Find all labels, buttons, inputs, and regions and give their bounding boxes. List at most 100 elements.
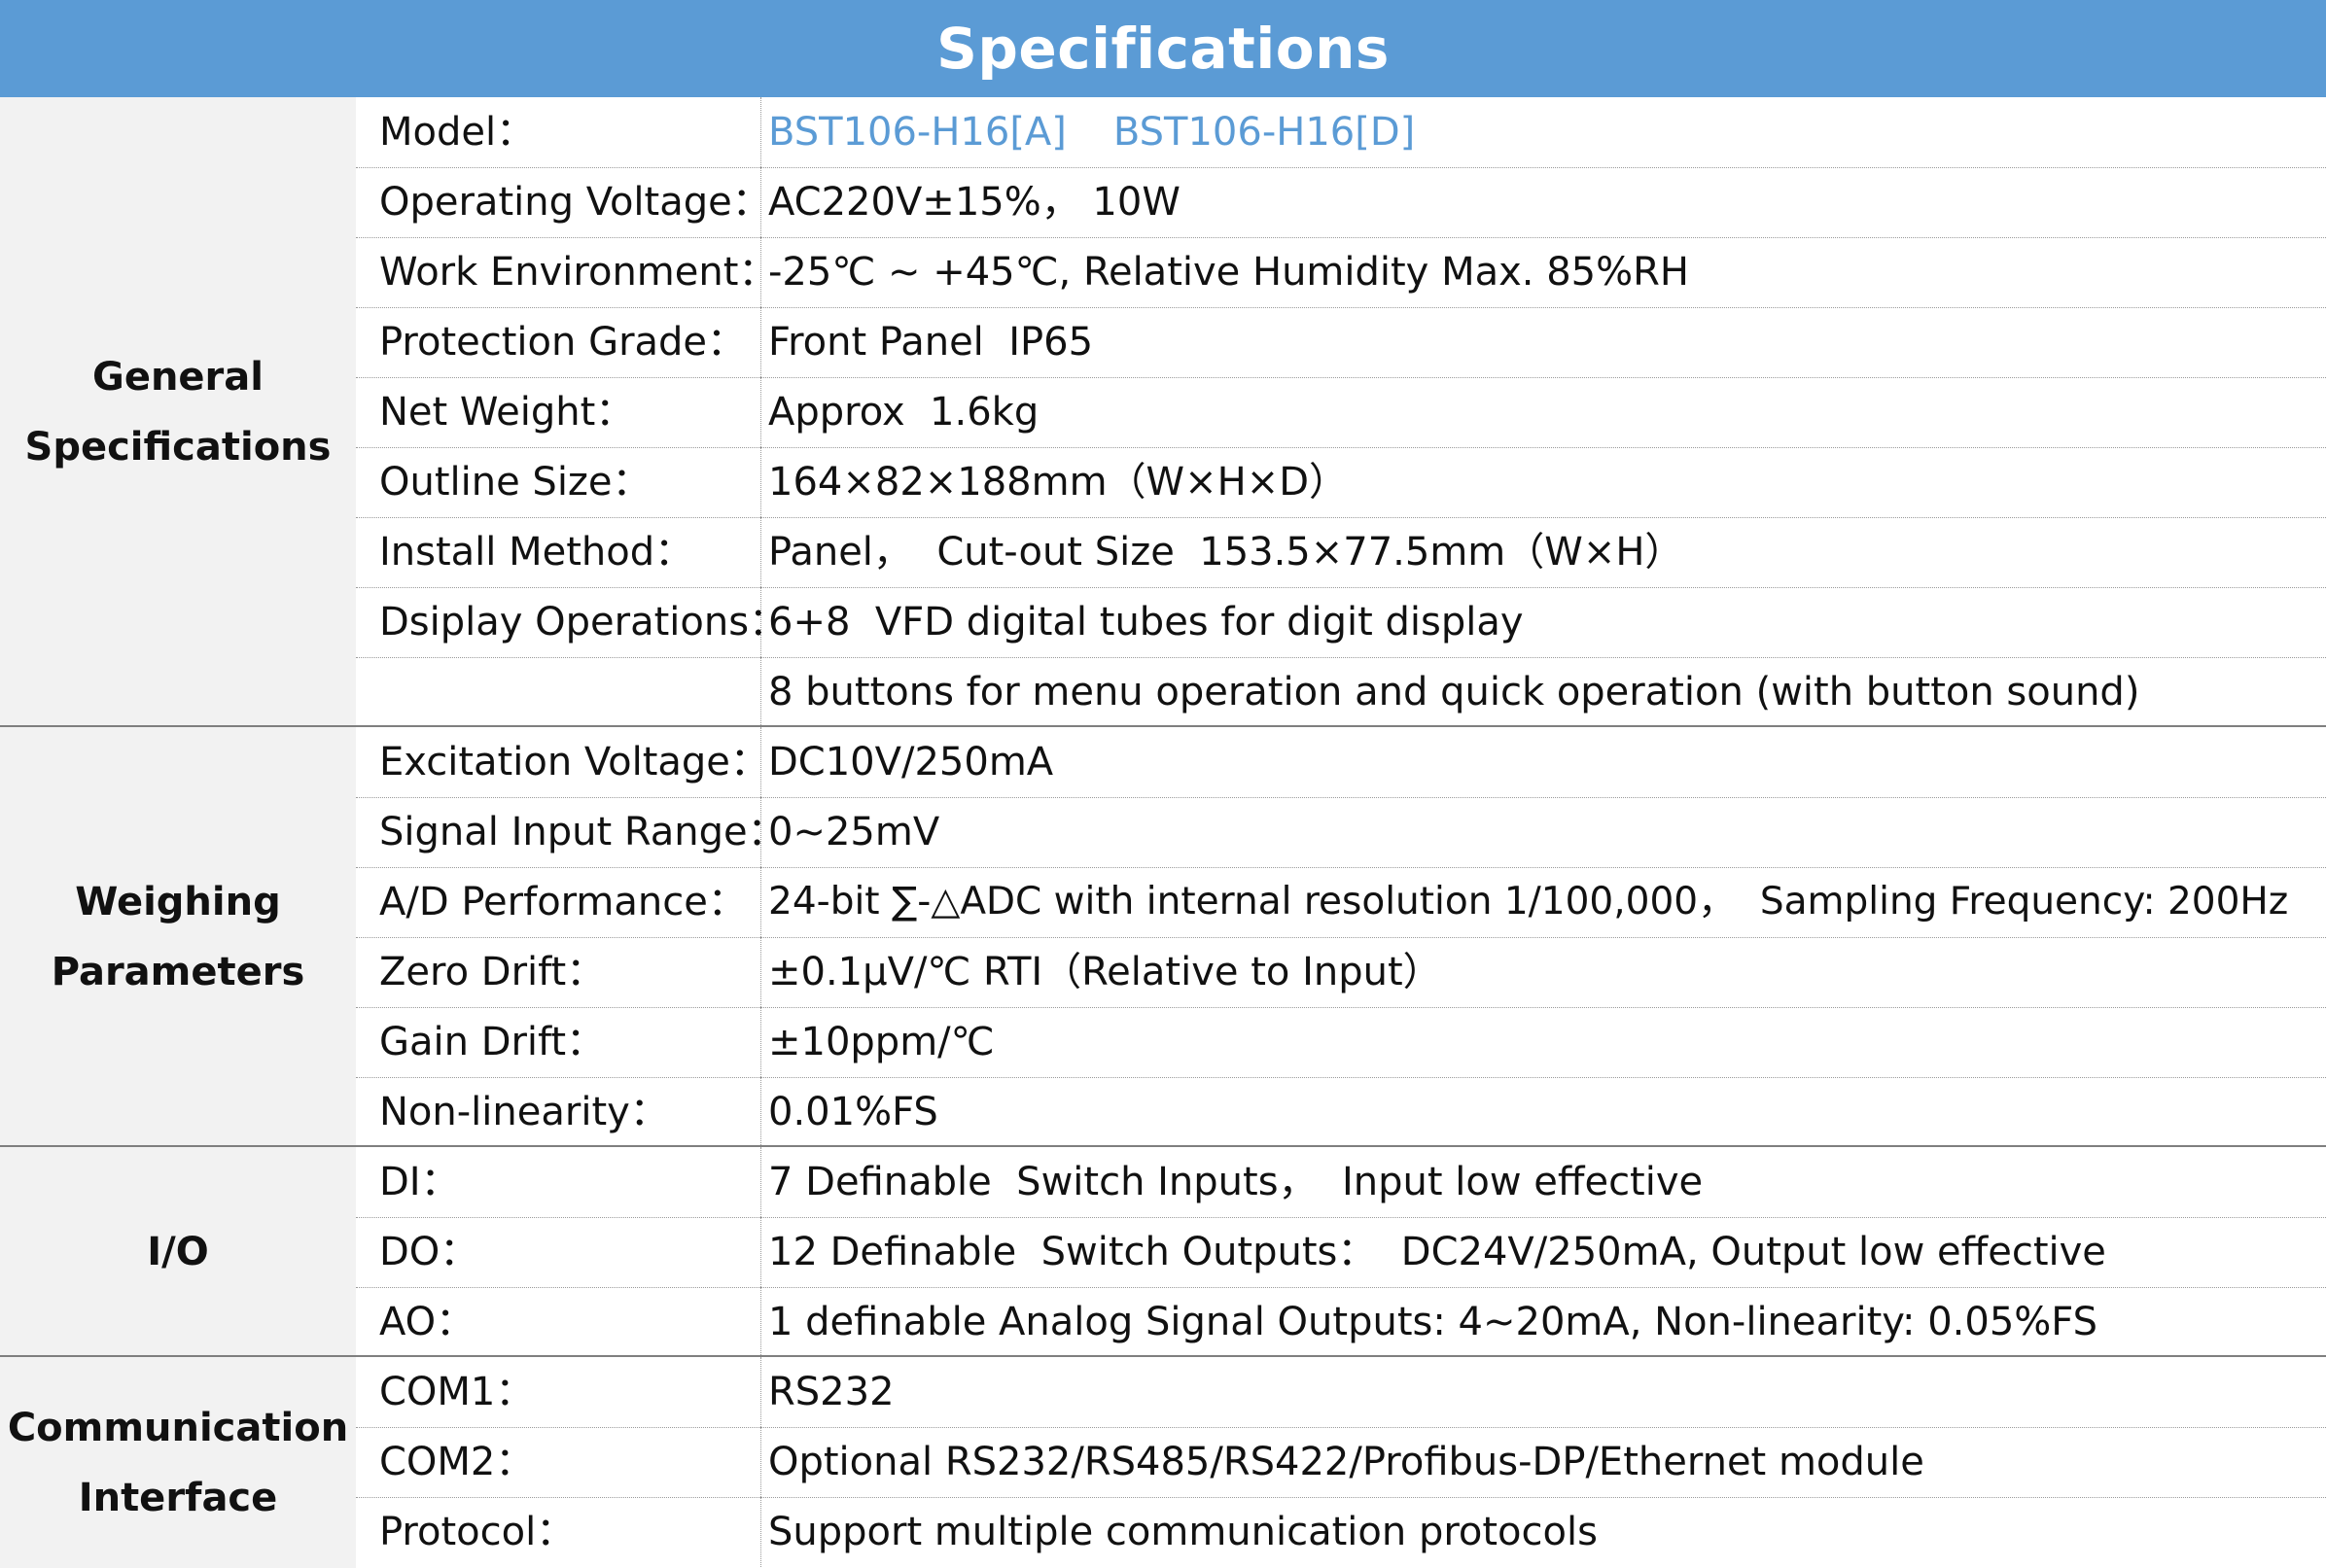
column-divider: [760, 1217, 761, 1287]
column-divider: [760, 97, 761, 167]
section-weighing-parameters: Weighing Parameters Excitation Voltage： D…: [0, 727, 2326, 1147]
column-divider: [760, 1497, 761, 1567]
section-label-line2: Parameters: [51, 950, 305, 994]
spec-value: 0.01%FS: [768, 1090, 938, 1134]
spec-value: ±0.1μV/℃ RTI（Relative to Input）: [768, 950, 1442, 994]
page-title: Specifications: [0, 0, 2326, 97]
section-label: Communication Interface: [0, 1357, 356, 1568]
spec-value: -25℃ ~ +45℃, Relative Humidity Max. 85%R…: [768, 250, 1689, 295]
spec-row: Work Environment： -25℃ ~ +45℃, Relative …: [356, 237, 2326, 308]
spec-label: Outline Size：: [379, 460, 652, 505]
spec-value: 0~25mV: [768, 810, 940, 854]
section-label-line2: Interface: [78, 1475, 278, 1520]
section-general-specifications: General Specifications Model： BST106-H16[…: [0, 97, 2326, 727]
spec-row: AO： 1 definable Analog Signal Outputs: 4…: [356, 1287, 2326, 1357]
spec-label: Zero Drift：: [379, 950, 606, 994]
spec-value: Approx 1.6kg: [768, 390, 1040, 435]
spec-row: Gain Drift： ±10ppm/℃: [356, 1007, 2326, 1078]
spec-label: Non-linearity：: [379, 1090, 669, 1134]
column-divider: [760, 447, 761, 517]
spec-row: 8 buttons for menu operation and quick o…: [356, 657, 2326, 727]
spec-row: Non-linearity： 0.01%FS: [356, 1077, 2326, 1147]
spec-value: 7 Definable Switch Inputs， Input low eff…: [768, 1160, 1704, 1204]
spec-value: 8 buttons for menu operation and quick o…: [768, 670, 2140, 714]
spec-label: Operating Voltage：: [379, 180, 771, 225]
column-divider: [760, 517, 761, 587]
spec-label: Work Environment：: [379, 250, 778, 295]
spec-label: DI：: [379, 1160, 460, 1204]
column-divider: [760, 1077, 761, 1147]
spec-label: A/D Performance：: [379, 880, 747, 924]
spec-label: Model：: [379, 110, 536, 155]
section-communication-interface: Communication Interface COM1： RS232 COM2：…: [0, 1357, 2326, 1568]
column-divider: [760, 1147, 761, 1217]
column-divider: [760, 1357, 761, 1427]
spec-value: Panel， Cut-out Size 153.5×77.5mm（W×H）: [768, 530, 1684, 575]
section-label: Weighing Parameters: [0, 727, 356, 1147]
section-label-line1: Weighing: [75, 880, 281, 924]
spec-row: Signal Input Range： 0~25mV: [356, 797, 2326, 868]
spec-label: Protection Grade：: [379, 320, 747, 365]
spec-value: ±10ppm/℃: [768, 1020, 995, 1064]
section-label-line1: General: [91, 355, 264, 400]
spec-row: Zero Drift： ±0.1μV/℃ RTI（Relative to Inp…: [356, 937, 2326, 1008]
spec-row: DI： 7 Definable Switch Inputs， Input low…: [356, 1147, 2326, 1218]
spec-label: Excitation Voltage：: [379, 740, 769, 784]
spec-label: Install Method：: [379, 530, 694, 575]
spec-value: Support multiple communication protocols: [768, 1510, 1598, 1554]
spec-row: Protocol： Support multiple communication…: [356, 1497, 2326, 1567]
spec-label: Dsiplay Operations：: [379, 600, 789, 645]
spec-value: 1 definable Analog Signal Outputs: 4~20m…: [768, 1300, 2097, 1344]
spec-label: AO：: [379, 1300, 476, 1344]
model-a: BST106-H16[A]: [768, 110, 1067, 155]
spec-value: AC220V±15%， 10W: [768, 180, 1181, 225]
column-divider: [760, 937, 761, 1007]
column-divider: [760, 727, 761, 797]
section-label-line1: Communication: [7, 1405, 349, 1450]
spec-label: Protocol：: [379, 1510, 576, 1554]
section-label: General Specifications: [0, 97, 356, 727]
column-divider: [760, 1007, 761, 1077]
spec-row: Install Method： Panel， Cut-out Size 153.…: [356, 517, 2326, 588]
spec-row: COM2： Optional RS232/RS485/RS422/Profibu…: [356, 1427, 2326, 1498]
section-label-line1: I/O: [147, 1230, 209, 1274]
section-io: I/O DI： 7 Definable Switch Inputs， Input…: [0, 1147, 2326, 1357]
spec-label: COM1：: [379, 1370, 535, 1414]
spec-value: Front Panel IP65: [768, 320, 1094, 365]
spec-label: DO：: [379, 1230, 479, 1274]
spec-row: Operating Voltage： AC220V±15%， 10W: [356, 167, 2326, 238]
spec-row: Net Weight： Approx 1.6kg: [356, 377, 2326, 448]
section-label: I/O: [0, 1147, 356, 1357]
column-divider: [760, 797, 761, 867]
column-divider: [760, 237, 761, 307]
spec-value: 24-bit ∑-△ADC with internal resolution 1…: [768, 880, 2289, 923]
spec-value: 12 Definable Switch Outputs： DC24V/250mA…: [768, 1230, 2106, 1274]
model-value: BST106-H16[A] BST106-H16[D]: [768, 97, 1462, 167]
spec-label: COM2：: [379, 1440, 535, 1484]
spec-value: Optional RS232/RS485/RS422/Profibus-DP/E…: [768, 1440, 1924, 1484]
spec-value: DC10V/250mA: [768, 740, 1054, 784]
column-divider: [760, 1427, 761, 1497]
spec-row: Dsiplay Operations： 6+8 VFD digital tube…: [356, 587, 2326, 658]
column-divider: [760, 377, 761, 447]
column-divider: [760, 587, 761, 657]
column-divider: [760, 867, 761, 937]
column-divider: [760, 307, 761, 377]
column-divider: [760, 1287, 761, 1357]
spec-label: Signal Input Range：: [379, 810, 787, 854]
spec-value: RS232: [768, 1370, 895, 1414]
spec-label: Net Weight：: [379, 390, 635, 435]
spec-row: Model： BST106-H16[A] BST106-H16[D]: [356, 97, 2326, 168]
column-divider: [760, 167, 761, 237]
column-divider: [760, 657, 761, 727]
spec-row: A/D Performance： 24-bit ∑-△ADC with inte…: [356, 867, 2326, 938]
section-label-line2: Specifications: [24, 425, 332, 470]
spec-row: DO： 12 Definable Switch Outputs： DC24V/2…: [356, 1217, 2326, 1288]
model-d: BST106-H16[D]: [1112, 110, 1416, 155]
spec-row: Outline Size： 164×82×188mm（W×H×D）: [356, 447, 2326, 518]
spec-row: Excitation Voltage： DC10V/250mA: [356, 727, 2326, 798]
spec-row: COM1： RS232: [356, 1357, 2326, 1428]
spec-value: 164×82×188mm（W×H×D）: [768, 460, 1349, 505]
spec-value: 6+8 VFD digital tubes for digit display: [768, 600, 1524, 645]
spec-row: Protection Grade： Front Panel IP65: [356, 307, 2326, 378]
